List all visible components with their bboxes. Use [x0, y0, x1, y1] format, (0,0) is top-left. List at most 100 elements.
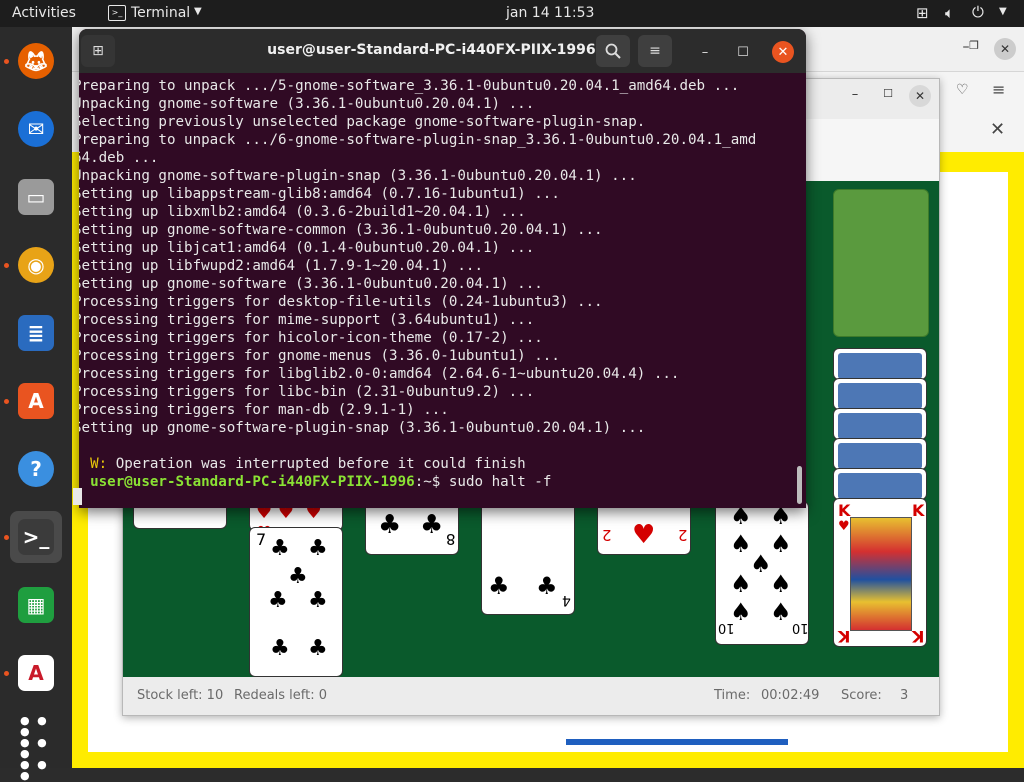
- card-suit: ♣: [268, 588, 288, 613]
- maximize-icon[interactable]: ☐: [878, 87, 898, 107]
- dock-item-calc[interactable]: ▦: [10, 579, 62, 631]
- dock-item-terminal[interactable]: >_: [10, 511, 62, 563]
- files-icon: ▭: [18, 179, 54, 215]
- card-rank: K: [838, 627, 851, 646]
- card-back[interactable]: [833, 348, 927, 380]
- close-icon[interactable]: ✕: [772, 41, 794, 63]
- terminal-line: Setting up libfwupd2:amd64 (1.7.9-1~20.0…: [79, 258, 483, 274]
- hamburger-menu-icon[interactable]: ≡: [638, 35, 672, 67]
- minimize-icon[interactable]: –: [694, 41, 716, 63]
- power-icon[interactable]: ⏻: [972, 3, 984, 21]
- card-8-clubs[interactable]: ♣ ♣ 8: [365, 501, 459, 555]
- dock-item-writer[interactable]: ≣: [10, 307, 62, 359]
- thunderbird-icon: ✉: [18, 111, 54, 147]
- card-rank: 2: [602, 526, 612, 544]
- terminal-line: Processing triggers for hicolor-icon-the…: [79, 330, 543, 346]
- card-suit: ♠: [770, 570, 792, 598]
- king-portrait-icon: [850, 517, 912, 631]
- foundation-slot[interactable]: [833, 189, 929, 337]
- terminal-line: Processing triggers for desktop-file-uti…: [79, 294, 603, 310]
- show-applications-icon[interactable]: ● ● ● ● ● ● ● ● ●: [20, 715, 52, 781]
- card-back[interactable]: [833, 468, 927, 500]
- card-suit: ♣: [420, 510, 444, 540]
- card-4-clubs[interactable]: ♣ ♣ 4: [481, 501, 575, 615]
- terminal-line: 64.deb ...: [79, 150, 159, 166]
- time-label: Time:: [714, 688, 751, 703]
- card-back[interactable]: [833, 408, 927, 440]
- help-icon: ?: [18, 451, 54, 487]
- maximize-icon[interactable]: ❐: [964, 39, 984, 59]
- maximize-icon[interactable]: ☐: [732, 41, 754, 63]
- pocket-icon[interactable]: ♡: [956, 82, 976, 102]
- running-indicator: [4, 399, 9, 404]
- dock-item-solitaire[interactable]: A: [10, 647, 62, 699]
- solitaire-icon: A: [18, 655, 54, 691]
- running-indicator: [4, 671, 9, 676]
- terminal-line: Setting up libxmlb2:amd64 (0.3.6-2build1…: [79, 204, 526, 220]
- running-indicator: [4, 263, 9, 268]
- card-suit: ♣: [308, 636, 328, 661]
- terminal-icon: >_: [18, 519, 54, 555]
- close-icon[interactable]: ✕: [994, 38, 1016, 60]
- terminal-line: Processing triggers for libglib2.0-0:amd…: [79, 366, 680, 382]
- terminal-line: Processing triggers for libc-bin (2.31-0…: [79, 384, 535, 400]
- activities-button[interactable]: Activities: [12, 5, 76, 21]
- terminal-headerbar: ⊞ user@user-Standard-PC-i440FX-PIIX-1996…: [79, 29, 806, 73]
- card-back[interactable]: [833, 378, 927, 410]
- dock: 🦊︎ ✉ ▭ ◉ ≣ A? >_ ▦ A ● ● ● ● ● ● ● ● ●: [0, 27, 72, 781]
- terminal-line: Setting up gnome-software-plugin-snap (3…: [79, 420, 646, 436]
- card-2-hearts[interactable]: 2 ♥ 2: [597, 501, 691, 555]
- notification-close-icon[interactable]: ✕: [990, 119, 1010, 140]
- clock[interactable]: jan 14 11:53: [506, 5, 594, 21]
- dock-item-thunderbird[interactable]: ✉: [10, 103, 62, 155]
- score-label: Score:: [841, 688, 882, 703]
- writer-icon: ≣: [18, 315, 54, 351]
- minimize-icon[interactable]: –: [845, 87, 865, 107]
- network-icon[interactable]: ⊞: [916, 4, 929, 22]
- score-value: 3: [900, 688, 909, 703]
- page-blue-button[interactable]: [566, 739, 788, 745]
- prompt-command: sudo halt -f: [448, 474, 552, 490]
- rhythmbox-icon: ◉: [18, 247, 54, 283]
- chevron-down-icon[interactable]: ▼: [194, 6, 202, 17]
- dock-item-software[interactable]: A: [10, 375, 62, 427]
- status-bar: Stock left: 10 Redeals left: 0 Time: 00:…: [123, 677, 939, 715]
- card-suit: ♣: [308, 588, 328, 613]
- menu-icon[interactable]: ≡: [992, 80, 1012, 100]
- terminal-line: Setting up libjcat1:amd64 (0.1.4-0ubuntu…: [79, 240, 535, 256]
- terminal-line: Unpacking gnome-software (3.36.1-0ubuntu…: [79, 96, 535, 112]
- card-king-hearts[interactable]: K ♥ K K K: [833, 498, 927, 647]
- terminal-prompt-line: user@user-Standard-PC-i440FX-PIIX-1996:~…: [73, 455, 551, 491]
- card-rank: K: [838, 501, 851, 520]
- card-10-spades[interactable]: ♠ ♠ ♠ ♠ ♠ ♠ ♠ ♠ ♠ 10 10: [715, 501, 809, 645]
- app-menu-button[interactable]: Terminal: [131, 5, 190, 21]
- dock-item-rhythmbox[interactable]: ◉: [10, 239, 62, 291]
- search-icon[interactable]: [596, 35, 630, 67]
- card-back[interactable]: [833, 438, 927, 470]
- terminal-line: Preparing to unpack .../5-gnome-software…: [79, 78, 740, 94]
- dock-item-help[interactable]: ?: [10, 443, 62, 495]
- card-suit: ♥: [632, 520, 656, 550]
- card-rank: 10: [792, 620, 809, 635]
- card-rank: 8: [446, 530, 456, 548]
- card-7-clubs[interactable]: 7 ♣ ♣ ♣ ♣ ♣ ♣ ♣: [249, 527, 343, 677]
- terminal-scrollbar[interactable]: [797, 466, 802, 504]
- card-suit: ♠: [730, 530, 752, 558]
- terminal-line: Processing triggers for mime-support (3.…: [79, 312, 535, 328]
- card-suit: ♠: [730, 570, 752, 598]
- card-suit: ♣: [488, 572, 510, 600]
- terminal-app-icon: >_: [108, 5, 126, 21]
- close-icon[interactable]: ✕: [909, 85, 931, 107]
- top-bar: Activities >_ Terminal ▼ jan 14 11:53 ⊞ …: [0, 0, 1024, 27]
- calc-icon: ▦: [18, 587, 54, 623]
- card-suit: ♠: [750, 550, 772, 578]
- running-indicator: [4, 59, 9, 64]
- system-menu-chevron-icon[interactable]: ▼: [999, 6, 1007, 17]
- volume-icon[interactable]: 🔈︎: [945, 4, 954, 22]
- redeals-left: Redeals left: 0: [234, 688, 328, 703]
- card-rank: K: [912, 501, 925, 520]
- card-suit: ♣: [288, 564, 308, 589]
- terminal-line: Preparing to unpack .../6-gnome-software…: [79, 132, 757, 148]
- dock-item-firefox[interactable]: 🦊︎: [10, 35, 62, 87]
- dock-item-files[interactable]: ▭: [10, 171, 62, 223]
